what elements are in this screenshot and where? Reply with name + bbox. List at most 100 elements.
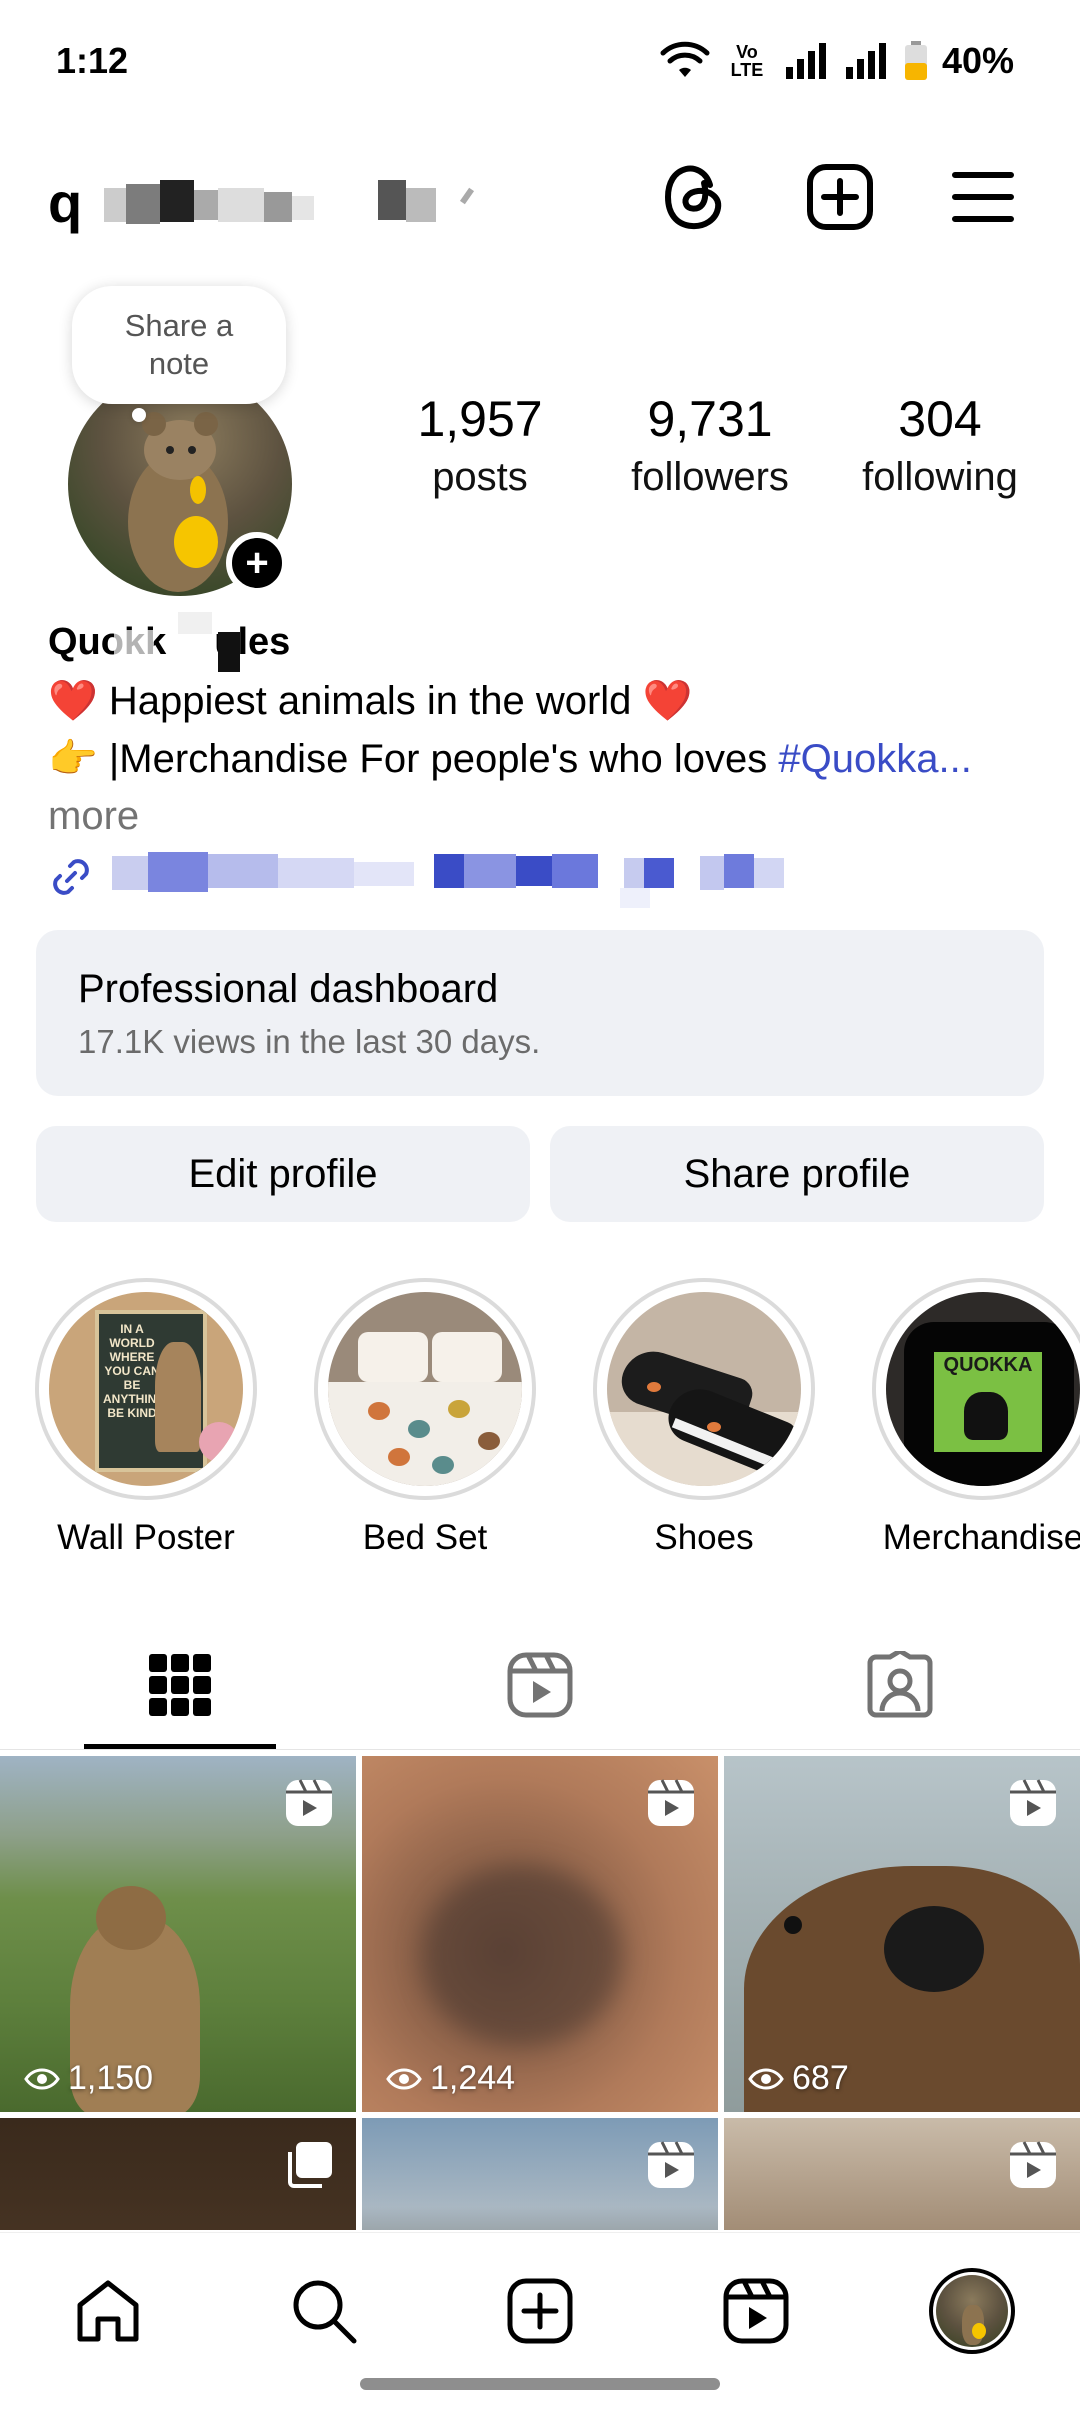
status-icons: Vo LTE 40% bbox=[660, 38, 1014, 84]
signal-icon-2 bbox=[845, 43, 886, 79]
grid-icon bbox=[149, 1654, 211, 1716]
profile-header: q bbox=[0, 140, 1080, 250]
nav-search[interactable] bbox=[274, 2261, 374, 2361]
eye-icon bbox=[386, 2068, 422, 2089]
stat-posts[interactable]: 1,957 posts bbox=[370, 388, 590, 518]
dashboard-subtitle: 17.1K views in the last 30 days. bbox=[78, 1023, 541, 1060]
bio-line-2-text: 👉 |Merchandise For people's who loves bbox=[48, 737, 779, 781]
status-bar: 1:12 Vo LTE 40% bbox=[0, 0, 1080, 120]
add-story-button[interactable]: + bbox=[226, 532, 288, 594]
search-icon bbox=[293, 2280, 357, 2344]
stat-value: 9,731 bbox=[647, 391, 773, 447]
stat-value: 304 bbox=[898, 391, 982, 447]
reel-badge-icon bbox=[648, 1779, 694, 1826]
nav-profile[interactable] bbox=[922, 2261, 1022, 2361]
highlight-shoes[interactable]: Shoes bbox=[584, 1278, 824, 1558]
view-count-value: 1,150 bbox=[68, 2059, 154, 2097]
nav-home[interactable] bbox=[58, 2261, 158, 2361]
highlight-bed-set[interactable]: Bed Set bbox=[305, 1278, 545, 1558]
highlight-ring bbox=[593, 1278, 815, 1500]
bio: Quokk ules ❤️ Happiest animals in the wor… bbox=[48, 612, 1038, 908]
tagged-person-icon bbox=[867, 1651, 933, 1718]
wall-poster-thumbnail: IN A WORLD WHERE YOU CAN BE ANYTHING BE … bbox=[49, 1292, 243, 1486]
reel-badge-icon bbox=[1010, 1779, 1056, 1826]
threads-icon bbox=[664, 165, 722, 230]
highlight-label: Shoes bbox=[654, 1518, 754, 1557]
active-tab-indicator bbox=[84, 1744, 276, 1749]
share-profile-button[interactable]: Share profile bbox=[550, 1126, 1044, 1222]
username-text: q bbox=[48, 171, 84, 234]
status-time: 1:12 bbox=[56, 40, 129, 81]
battery-percent: 40% bbox=[941, 40, 1014, 81]
threads-button[interactable] bbox=[650, 152, 740, 242]
shirt-text: QUOKKA bbox=[943, 1354, 1033, 1376]
reel-badge-icon bbox=[1010, 2141, 1056, 2188]
highlight-ring bbox=[314, 1278, 536, 1500]
note-bubble-tail bbox=[132, 408, 146, 422]
poster-text: IN A WORLD WHERE YOU CAN BE ANYTHING BE … bbox=[103, 1322, 166, 1420]
posts-grid: 1,150 1,244 687 bbox=[0, 1756, 1080, 2230]
grid-post[interactable] bbox=[362, 2118, 718, 2230]
link-icon bbox=[53, 859, 89, 895]
volte-label: Vo LTE bbox=[730, 42, 764, 80]
nav-reels[interactable] bbox=[706, 2261, 806, 2361]
view-count: 1,244 bbox=[386, 2059, 515, 2098]
grid-post[interactable] bbox=[0, 2118, 356, 2230]
edit-profile-button[interactable]: Edit profile bbox=[36, 1126, 530, 1222]
display-name: Quokk ules bbox=[48, 612, 1038, 672]
tab-tagged[interactable] bbox=[800, 1620, 1000, 1750]
plus-square-icon bbox=[507, 2278, 573, 2344]
dashboard-title: Professional dashboard bbox=[78, 967, 499, 1011]
highlight-label: Bed Set bbox=[362, 1518, 488, 1557]
signal-icon-1 bbox=[785, 43, 826, 79]
profile-action-buttons: Edit profile Share profile bbox=[36, 1126, 1044, 1222]
bio-hashtag[interactable]: #Quokka... bbox=[778, 737, 971, 781]
profile-stats: 1,957 posts 9,731 followers 304 followin… bbox=[370, 388, 1050, 518]
eye-icon bbox=[748, 2068, 784, 2089]
reels-icon bbox=[507, 1652, 573, 1718]
gesture-home-bar bbox=[360, 2378, 720, 2390]
stat-label: posts bbox=[432, 455, 528, 499]
tab-reels[interactable] bbox=[440, 1620, 640, 1750]
bio-more-link[interactable]: more bbox=[48, 788, 1038, 844]
battery-icon bbox=[904, 41, 927, 80]
share-note-bubble[interactable]: Share a note bbox=[72, 286, 286, 404]
shoes-thumbnail bbox=[607, 1292, 801, 1486]
highlight-label: Wall Poster bbox=[57, 1518, 235, 1557]
grid-post[interactable] bbox=[724, 2118, 1080, 2230]
quokka-avatar-image bbox=[936, 2275, 1008, 2347]
grid-post[interactable]: 1,150 bbox=[0, 1756, 356, 2112]
content-tabs bbox=[0, 1620, 1080, 1750]
bed-set-thumbnail bbox=[328, 1292, 522, 1486]
username[interactable]: q bbox=[48, 170, 488, 234]
bio-line-2: 👉 |Merchandise For people's who loves #Q… bbox=[48, 730, 1038, 788]
bio-website-link[interactable] bbox=[48, 844, 1038, 908]
highlight-ring: IN A WORLD WHERE YOU CAN BE ANYTHING BE … bbox=[35, 1278, 257, 1500]
merchandise-thumbnail: QUOKKA bbox=[886, 1292, 1080, 1486]
stat-following[interactable]: 304 following bbox=[830, 388, 1050, 518]
note-text: Share a note bbox=[124, 308, 234, 381]
plus-square-icon bbox=[807, 164, 873, 230]
menu-button[interactable] bbox=[938, 152, 1028, 242]
wifi-icon bbox=[660, 41, 710, 77]
view-count: 1,150 bbox=[24, 2059, 153, 2098]
home-icon bbox=[77, 2280, 139, 2342]
professional-dashboard[interactable]: Professional dashboard 17.1K views in th… bbox=[36, 930, 1044, 1096]
reel-badge-icon bbox=[648, 2141, 694, 2188]
highlight-wall-poster[interactable]: IN A WORLD WHERE YOU CAN BE ANYTHING BE … bbox=[26, 1278, 266, 1558]
stat-label: following bbox=[862, 455, 1018, 499]
grid-post[interactable]: 687 bbox=[724, 1756, 1080, 2112]
grid-post[interactable]: 1,244 bbox=[362, 1756, 718, 2112]
tab-posts-grid[interactable] bbox=[80, 1620, 280, 1750]
reel-badge-icon bbox=[286, 1779, 332, 1826]
carousel-badge-icon bbox=[288, 2142, 332, 2188]
stat-followers[interactable]: 9,731 followers bbox=[600, 388, 820, 518]
highlight-ring: QUOKKA bbox=[872, 1278, 1080, 1500]
reels-icon bbox=[723, 2278, 789, 2344]
highlight-merchandise[interactable]: QUOKKA Merchandise bbox=[863, 1278, 1080, 1558]
create-button[interactable] bbox=[795, 152, 885, 242]
view-count-value: 687 bbox=[792, 2059, 849, 2097]
nav-create[interactable] bbox=[490, 2261, 590, 2361]
story-highlights: IN A WORLD WHERE YOU CAN BE ANYTHING BE … bbox=[0, 1278, 1080, 1568]
stat-value: 1,957 bbox=[417, 391, 543, 447]
